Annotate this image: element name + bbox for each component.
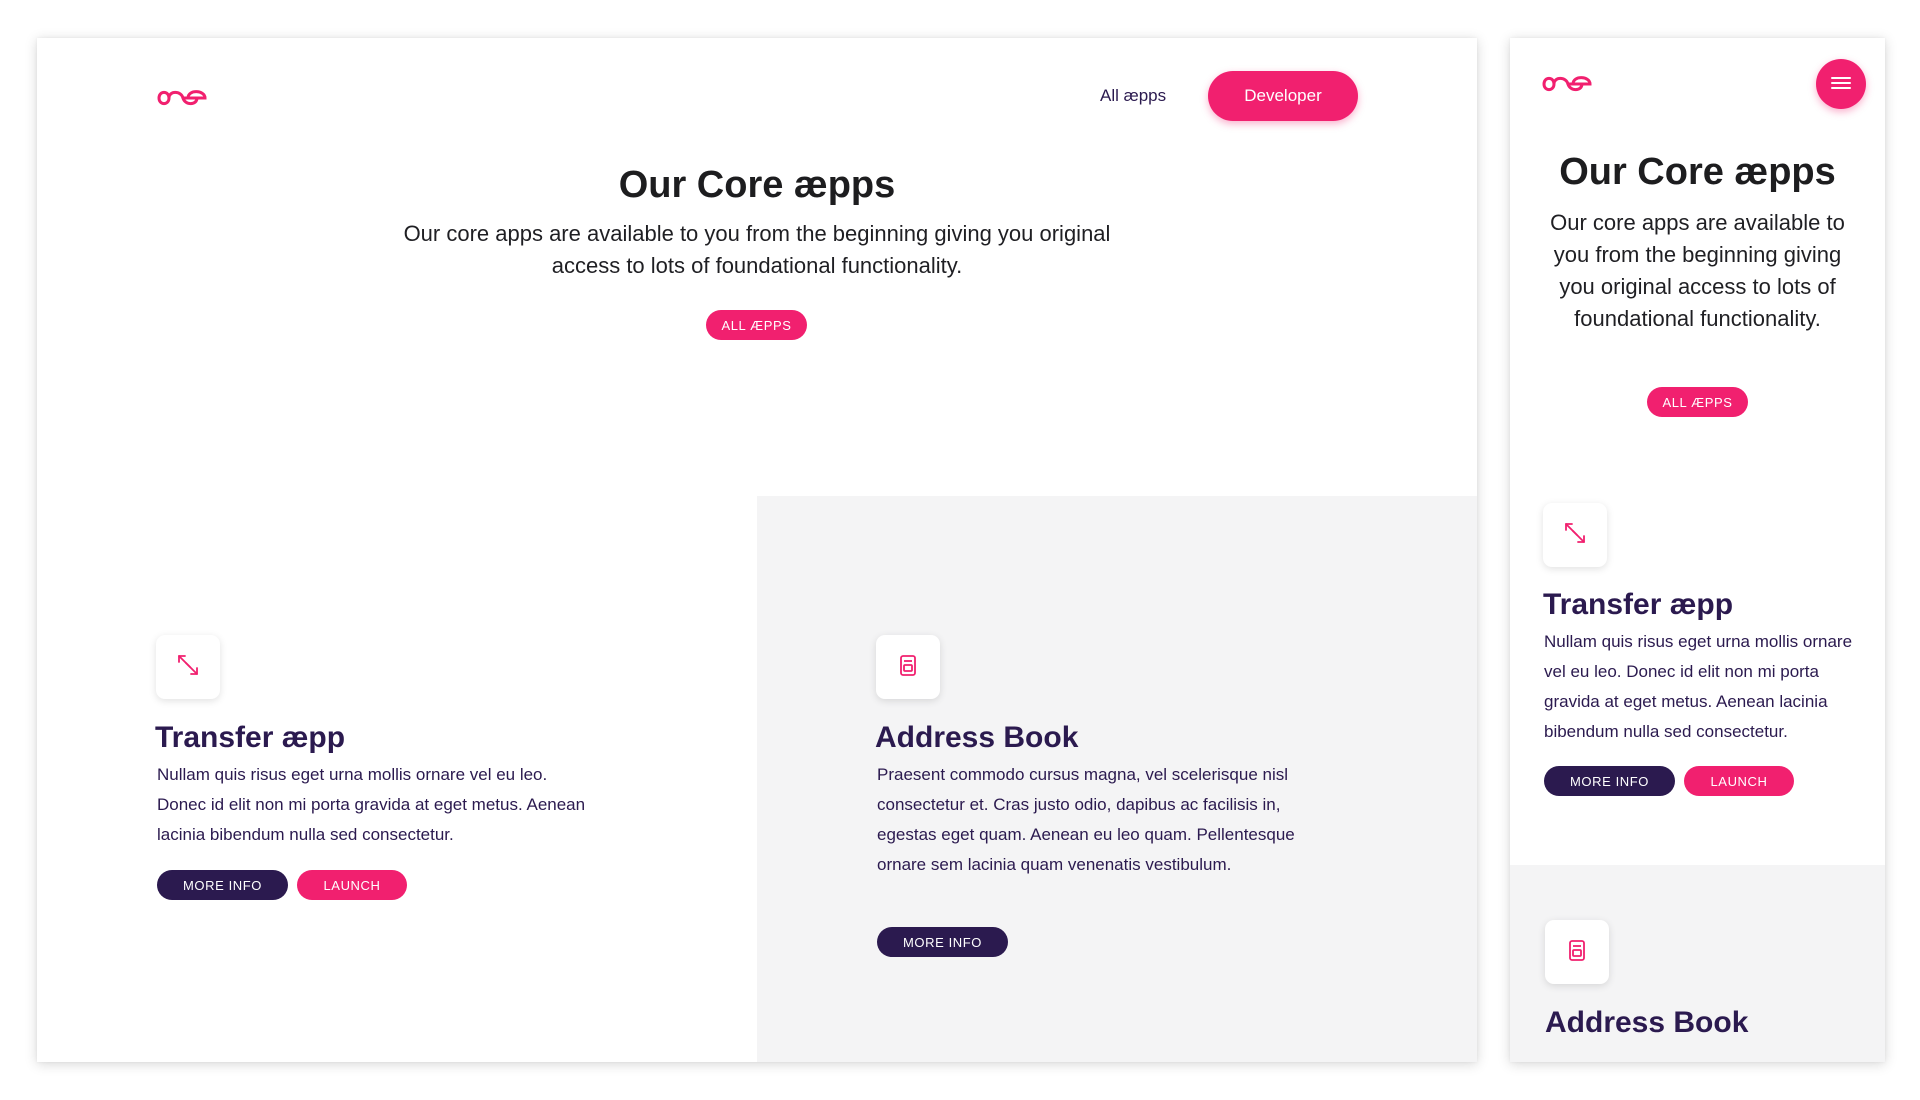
- all-apps-button[interactable]: ALL ÆPPS: [1647, 387, 1748, 417]
- transfer-launch-button[interactable]: LAUNCH: [1684, 766, 1794, 796]
- transfer-arrows-icon: [175, 652, 201, 683]
- page-title: Our Core æpps: [618, 164, 896, 206]
- mobile-preview: Our Core æpps Our core apps are availabl…: [1510, 38, 1885, 1062]
- transfer-app-title: Transfer æpp: [1543, 588, 1734, 621]
- address-book-icon: [1564, 937, 1590, 968]
- transfer-app-title: Transfer æpp: [155, 721, 346, 754]
- transfer-more-info-button[interactable]: MORE INFO: [1544, 766, 1675, 796]
- hamburger-menu-icon: [1831, 75, 1851, 94]
- address-book-icon-card: [1545, 920, 1609, 984]
- all-apps-button[interactable]: ALL ÆPPS: [706, 310, 807, 340]
- address-book-description: Praesent commodo cursus magna, vel scele…: [877, 765, 1295, 874]
- nav-all-apps-link[interactable]: All æpps: [1100, 85, 1166, 107]
- transfer-app-description: Nullam quis risus eget urna mollis ornar…: [157, 765, 586, 844]
- hero-description: Our core apps are available to you from …: [1550, 210, 1845, 331]
- developer-button[interactable]: Developer: [1208, 71, 1358, 121]
- transfer-arrows-icon: [1562, 520, 1588, 551]
- address-book-icon-card: [876, 635, 940, 699]
- transfer-app-description: Nullam quis risus eget urna mollis ornar…: [1544, 632, 1853, 741]
- address-book-more-info-button[interactable]: MORE INFO: [877, 927, 1008, 957]
- transfer-launch-button[interactable]: LAUNCH: [297, 870, 407, 900]
- transfer-app-icon-card: [156, 635, 220, 699]
- address-book-title: Address Book: [1545, 1006, 1749, 1039]
- address-book-title: Address Book: [875, 721, 1079, 754]
- logo-icon[interactable]: [156, 85, 208, 111]
- transfer-more-info-button[interactable]: MORE INFO: [157, 870, 288, 900]
- hero-description: Our core apps are available to you from …: [403, 221, 1111, 278]
- logo-icon[interactable]: [1541, 71, 1593, 97]
- page-title: Our Core æpps: [1559, 151, 1836, 193]
- transfer-app-icon-card: [1543, 503, 1607, 567]
- desktop-preview: All æpps Developer Our Core æpps Our cor…: [37, 38, 1477, 1062]
- address-book-icon: [895, 652, 921, 683]
- menu-button[interactable]: [1816, 59, 1866, 109]
